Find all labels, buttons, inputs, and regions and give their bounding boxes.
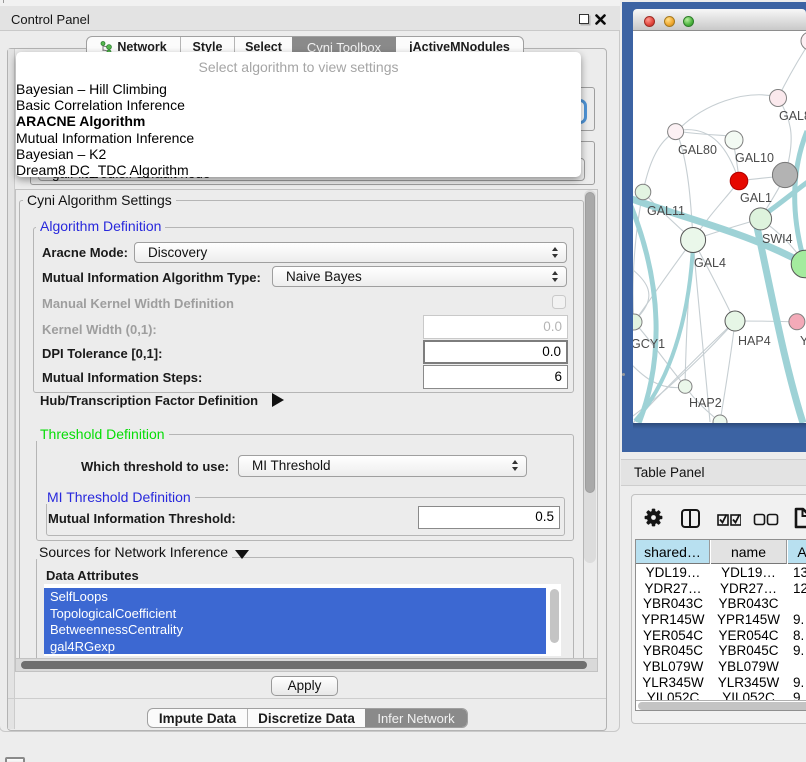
- svg-text:HAP4: HAP4: [738, 334, 771, 348]
- svg-text:GAL11: GAL11: [647, 204, 685, 218]
- svg-text:YM: YM: [800, 334, 806, 348]
- svg-text:GAL1: GAL1: [740, 191, 772, 205]
- svg-text:GAL4: GAL4: [694, 256, 726, 270]
- svg-text:GAL80: GAL80: [678, 143, 717, 157]
- svg-text:SWI4: SWI4: [762, 232, 793, 246]
- svg-text:GAL80: GAL80: [779, 109, 806, 123]
- svg-text:HAP2: HAP2: [689, 396, 722, 410]
- svg-text:GCY1: GCY1: [633, 337, 665, 351]
- svg-text:GAL10: GAL10: [735, 151, 774, 165]
